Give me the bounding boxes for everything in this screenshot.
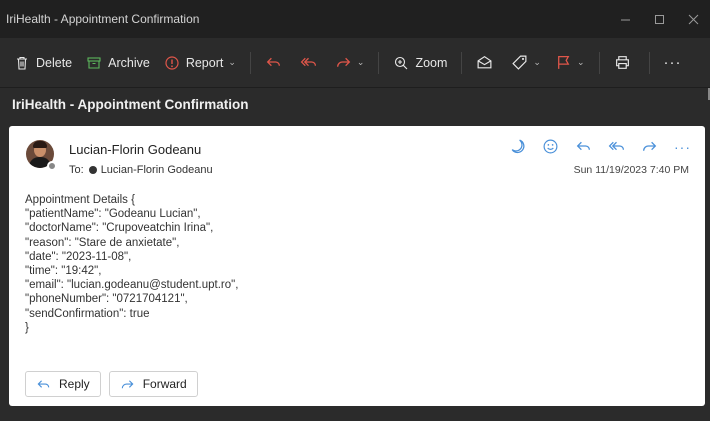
window-title: IriHealth - Appointment Confirmation [6,12,200,26]
body-line: } [25,321,29,334]
print-button[interactable] [614,50,631,76]
toolbar-divider [249,51,251,74]
react-button[interactable] [542,138,559,155]
reply-all-action-button[interactable] [608,138,625,155]
forward-icon [336,57,351,67]
avatar-hair [33,141,47,148]
forward-icon [643,141,657,151]
toolbar-divider [648,51,650,74]
flag-button[interactable]: ⌄ [555,50,585,76]
body-line: "time": "19:42", [25,265,102,278]
to-label: To: [69,164,84,176]
forward-toolbar-button[interactable]: ⌄ [335,50,365,76]
message-subject: IriHealth - Appointment Confirmation [12,96,249,112]
more-options-button[interactable]: ··· [664,50,682,76]
title-bar: IriHealth - Appointment Confirmation [0,0,710,38]
maximize-icon [654,14,664,24]
message-body: Appointment Details { "patientName": "Go… [25,193,238,335]
reply-toolbar-button[interactable] [265,50,282,76]
more-actions-button[interactable]: ··· [674,139,691,155]
body-line: "date": "2023-11-08", [25,250,132,263]
trash-icon [17,56,27,70]
more-icon: ··· [674,138,691,155]
zoom-icon [395,56,408,69]
toolbar-divider [378,51,380,74]
reply-actions: Reply Forward [25,371,206,397]
message-actions: ··· [493,138,691,155]
immersive-reader-button[interactable] [509,138,526,155]
chevron-down-icon: ⌄ [533,57,541,67]
toolbar-divider [461,51,463,74]
archive-label: Archive [108,55,150,70]
smiley-icon [543,139,558,154]
chevron-down-icon: ⌄ [228,57,236,67]
forward-button[interactable]: Forward [108,371,198,397]
recipient-name[interactable]: Lucian-Florin Godeanu [101,164,213,176]
envelope-open-icon [477,55,492,69]
minimize-icon [620,19,630,20]
close-icon [688,14,698,24]
forward-label: Forward [142,377,187,391]
forward-action-button[interactable] [641,138,658,155]
window-controls [608,0,710,38]
recipient-status-icon [88,166,97,174]
body-line: "sendConfirmation": true [25,307,150,320]
moon-icon [511,139,525,154]
chevron-down-icon: ⌄ [356,57,365,67]
body-line: "email": "lucian.godeanu@student.upt.ro"… [25,279,239,292]
body-line: Appointment Details { [25,194,135,206]
reply-all-icon [608,141,625,151]
close-window-button[interactable] [676,0,710,38]
subject-bar: IriHealth - Appointment Confirmation [8,88,702,120]
delete-label: Delete [36,55,73,70]
archive-button[interactable]: Archive [86,50,150,76]
sender-name[interactable]: Lucian-Florin Godeanu [69,142,201,157]
zoom-button[interactable]: Zoom [393,50,447,76]
reply-action-button[interactable] [575,138,592,155]
tag-icon [512,55,527,70]
body-line: "phoneNumber": "0721704121", [25,293,188,306]
reply-icon [576,141,590,151]
maximize-button[interactable] [642,0,676,38]
report-button[interactable]: Report ⌄ [164,50,236,76]
chevron-down-icon: ⌄ [576,57,585,67]
more-icon: ··· [663,54,682,71]
recipient-line: To: Lucian-Florin Godeanu [69,164,213,176]
message-date: Sun 11/19/2023 7:40 PM [573,164,689,176]
body-line: "doctorName": "Crupoveatchin Irina", [25,222,214,235]
forward-icon [121,379,134,388]
presence-status-icon [47,161,57,171]
reply-icon [37,379,50,388]
reply-all-toolbar-button[interactable] [300,50,317,76]
categorize-button[interactable]: ⌄ [511,50,541,76]
archive-icon [87,56,101,69]
message-card: Lucian-Florin Godeanu To: Lucian-Florin … [9,126,705,406]
reply-icon [266,57,280,67]
reply-button[interactable]: Reply [25,371,101,397]
toolbar-divider [598,51,600,74]
body-line: "patientName": "Godeanu Lucian", [25,208,201,221]
zoom-label: Zoom [415,55,448,70]
mark-read-button[interactable] [476,50,493,76]
report-icon [165,55,179,70]
message-toolbar: Delete Archive Report ⌄ ⌄ Zoom ⌄ ⌄ ··· [0,38,710,100]
delete-button[interactable]: Delete [14,50,72,76]
printer-icon [615,56,629,69]
report-label: Report [185,55,224,70]
flag-icon [558,56,570,69]
minimize-button[interactable] [608,0,642,38]
body-line: "reason": "Stare de anxietate", [25,236,180,249]
reply-all-icon [300,57,316,67]
reply-label: Reply [59,377,90,391]
